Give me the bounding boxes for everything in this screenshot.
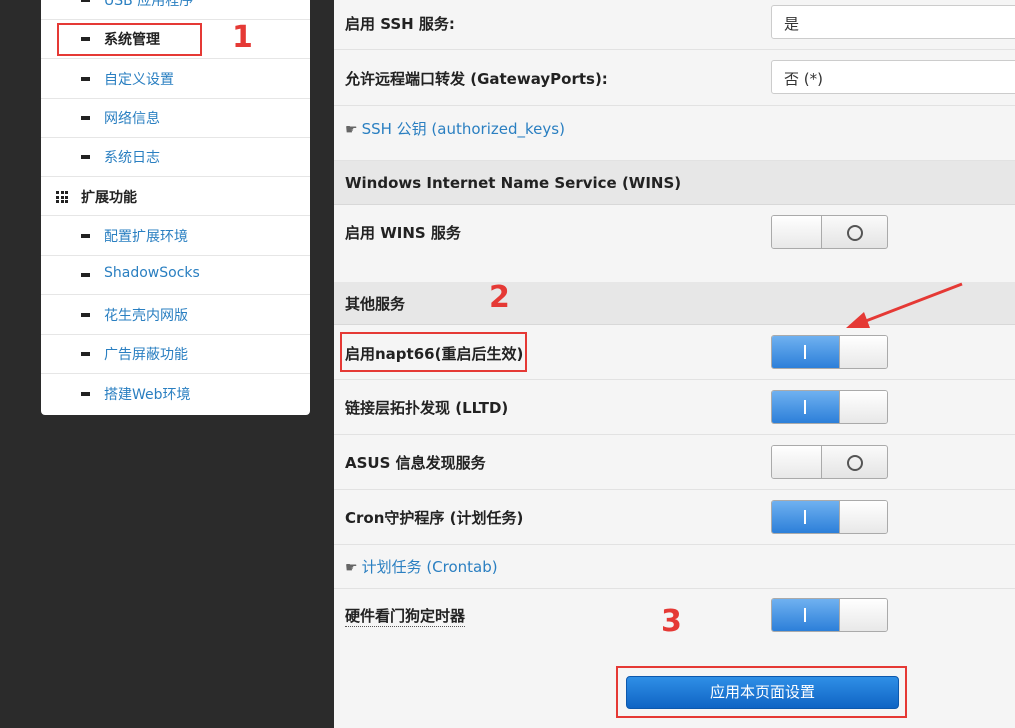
- sidebar: USB 应用程序 系统管理 自定义设置 网络信息 系统日志 扩展功能 配置扩展环…: [41, 0, 310, 415]
- dash-icon: [81, 116, 90, 120]
- asus-discovery-row: ASUS 信息发现服务: [334, 435, 1015, 490]
- dash-icon: [81, 0, 90, 2]
- ssh-enable-select[interactable]: 是: [771, 5, 1015, 39]
- sidebar-item-label: 广告屏蔽功能: [104, 347, 188, 363]
- sidebar-item-adblock[interactable]: 广告屏蔽功能: [41, 335, 310, 374]
- sidebar-item-web-env[interactable]: 搭建Web环境: [41, 375, 310, 414]
- gateway-ports-label: 允许远程端口转发 (GatewayPorts):: [345, 70, 608, 88]
- sidebar-item-ext-env[interactable]: 配置扩展环境: [41, 217, 310, 256]
- asus-discovery-toggle[interactable]: [771, 445, 888, 479]
- annotation-number-3: 3: [661, 604, 682, 639]
- ssh-keys-link-label: SSH 公钥 (authorized_keys): [361, 120, 565, 138]
- dash-icon: [81, 234, 90, 238]
- gateway-ports-value: 否 (*): [784, 70, 823, 88]
- lltd-toggle[interactable]: [771, 390, 888, 424]
- sidebar-item-label: 搭建Web环境: [104, 387, 191, 403]
- ssh-enable-label: 启用 SSH 服务:: [345, 15, 455, 33]
- off-circle-icon: [847, 455, 863, 471]
- annotation-box-2: [340, 332, 527, 372]
- grid-icon: [56, 191, 68, 203]
- wins-section-title: Windows Internet Name Service (WINS): [345, 174, 682, 192]
- watchdog-toggle[interactable]: [771, 598, 888, 632]
- wins-enable-label: 启用 WINS 服务: [345, 224, 461, 242]
- off-circle-icon: [847, 225, 863, 241]
- sidebar-item-label: 自定义设置: [104, 72, 174, 88]
- lltd-row: 链接层拓扑发现 (LLTD): [334, 380, 1015, 435]
- napt66-toggle[interactable]: [771, 335, 888, 369]
- cron-label: Cron守护程序 (计划任务): [345, 509, 524, 527]
- ssh-keys-row: ☛ SSH 公钥 (authorized_keys): [334, 106, 1015, 161]
- cron-toggle[interactable]: [771, 500, 888, 534]
- watchdog-label: 硬件看门狗定时器: [345, 607, 466, 627]
- dash-icon: [81, 77, 90, 81]
- sidebar-item-custom-settings[interactable]: 自定义设置: [41, 60, 310, 99]
- sidebar-item-label: 系统日志: [104, 150, 160, 166]
- sidebar-item-label: ShadowSocks: [104, 265, 200, 281]
- sidebar-group-label: 扩展功能: [81, 190, 137, 206]
- crontab-link-label: 计划任务 (Crontab): [361, 558, 498, 576]
- sidebar-item-oray[interactable]: 花生壳内网版: [41, 296, 310, 335]
- sidebar-item-label: USB 应用程序: [104, 0, 194, 9]
- ssh-enable-value: 是: [784, 15, 800, 33]
- asus-discovery-label: ASUS 信息发现服务: [345, 454, 486, 472]
- gateway-ports-select[interactable]: 否 (*): [771, 60, 1015, 94]
- annotation-number-1: 1: [232, 20, 253, 55]
- sidebar-group-extensions[interactable]: 扩展功能: [41, 177, 310, 216]
- dash-icon: [81, 352, 90, 356]
- crontab-link[interactable]: ☛ 计划任务 (Crontab): [345, 556, 498, 577]
- sidebar-item-label: 网络信息: [104, 111, 160, 127]
- dash-icon: [81, 155, 90, 159]
- cron-row: Cron守护程序 (计划任务): [334, 490, 1015, 545]
- sidebar-item-network-info[interactable]: 网络信息: [41, 99, 310, 138]
- hand-pointer-icon: ☛: [345, 122, 358, 138]
- sidebar-item-shadowsocks[interactable]: ShadowSocks: [41, 256, 310, 295]
- wins-section-header: Windows Internet Name Service (WINS): [334, 161, 1015, 205]
- ssh-keys-link[interactable]: ☛ SSH 公钥 (authorized_keys): [345, 118, 565, 139]
- sidebar-item-usb-apps[interactable]: USB 应用程序: [41, 0, 310, 20]
- sidebar-item-label: 配置扩展环境: [104, 229, 188, 245]
- dash-icon: [81, 313, 90, 317]
- annotation-number-2: 2: [489, 280, 510, 315]
- annotation-box-1: [57, 23, 202, 56]
- dash-icon: [81, 392, 90, 396]
- hand-pointer-icon: ☛: [345, 560, 358, 576]
- crontab-row: ☛ 计划任务 (Crontab): [334, 545, 1015, 589]
- dash-icon: [81, 273, 90, 277]
- wins-enable-row: 启用 WINS 服务: [334, 205, 1015, 282]
- lltd-label: 链接层拓扑发现 (LLTD): [345, 399, 509, 417]
- ssh-enable-row: 启用 SSH 服务: 是: [334, 0, 1015, 50]
- annotation-box-3: [616, 666, 907, 718]
- annotation-arrow-icon: [846, 282, 963, 328]
- sidebar-item-system-log[interactable]: 系统日志: [41, 138, 310, 177]
- wins-toggle[interactable]: [771, 215, 888, 249]
- other-services-title: 其他服务: [345, 295, 406, 313]
- sidebar-item-label: 花生壳内网版: [104, 308, 188, 324]
- gateway-ports-row: 允许远程端口转发 (GatewayPorts): 否 (*): [334, 50, 1015, 106]
